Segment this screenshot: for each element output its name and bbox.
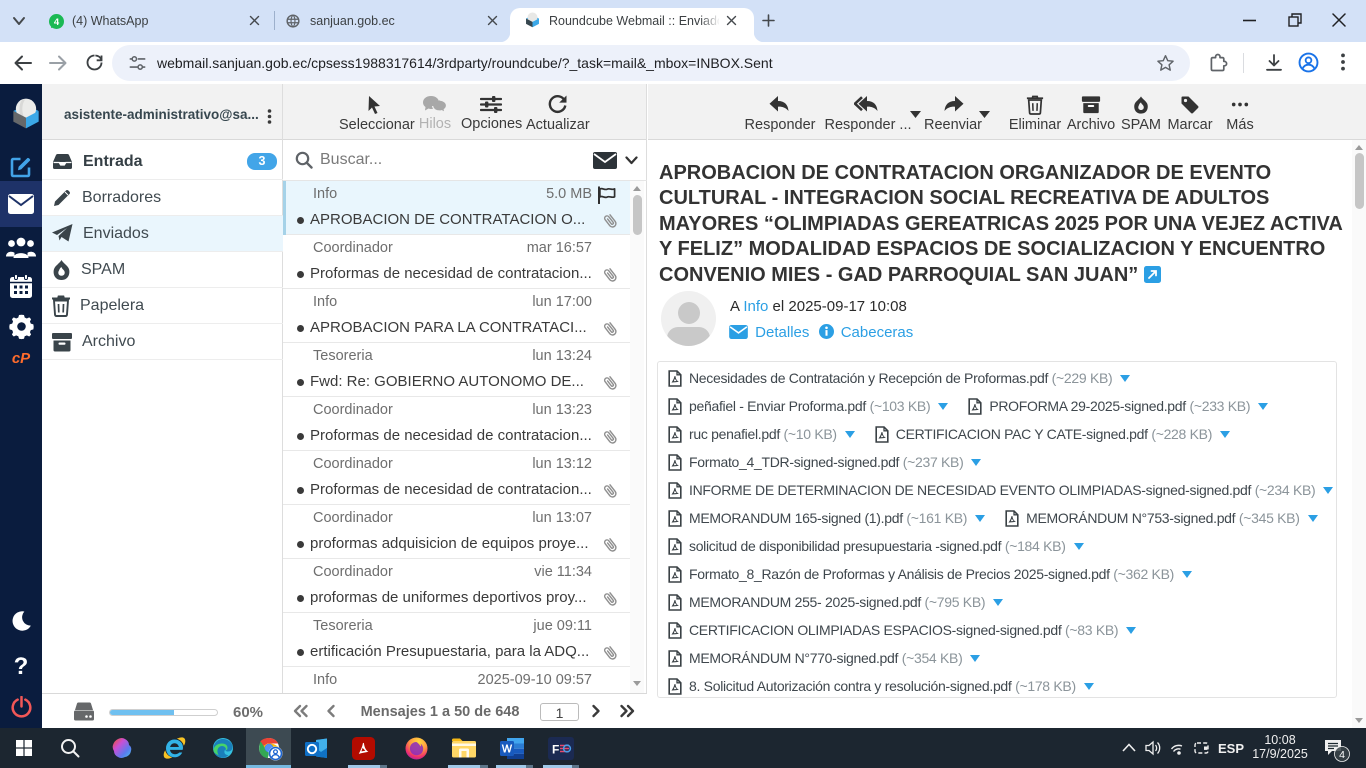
svg-text:4: 4 [54,17,60,28]
svg-text:4: 4 [1339,749,1345,761]
svg-text:F: F [552,743,559,757]
